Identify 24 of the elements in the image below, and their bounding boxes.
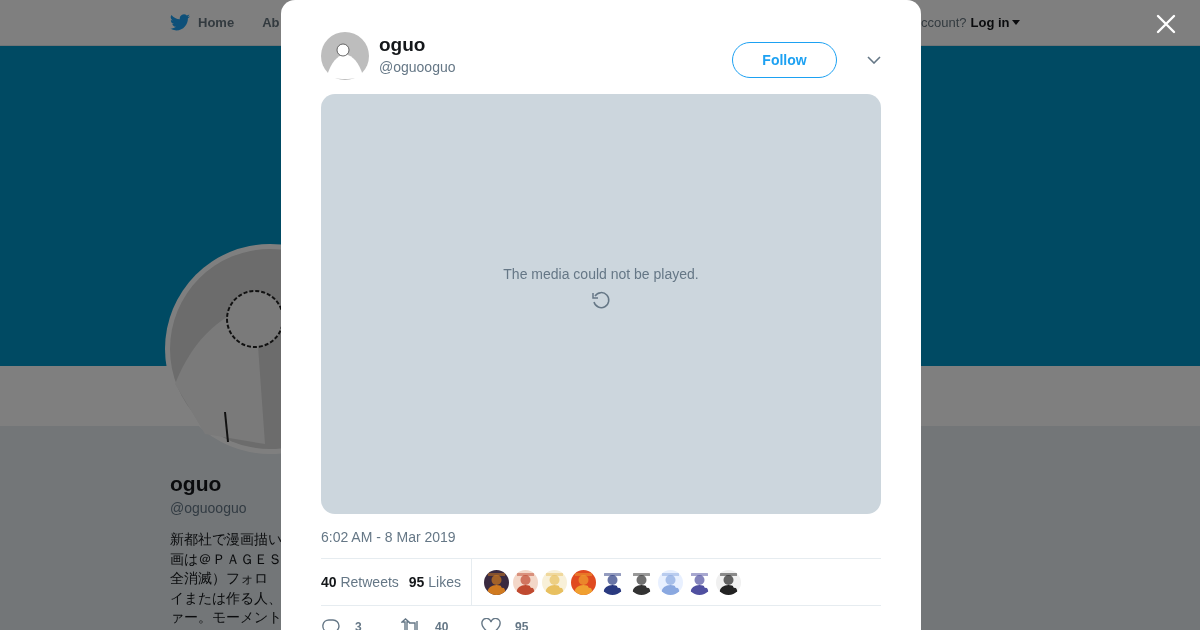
stat-count[interactable]: 40 Retweets — [321, 574, 399, 590]
profile-name: oguo — [170, 472, 223, 496]
avatar-drawing[interactable] — [321, 32, 369, 80]
tweet-timestamp: 6:02 AM - 8 Mar 2019 — [321, 529, 457, 545]
bio-line: 画は＠ＰＡＧＥＳ — [170, 549, 282, 569]
stat-count[interactable]: 95 Likes — [408, 574, 461, 590]
nav-link[interactable]: Ab — [262, 15, 280, 30]
close-icon[interactable] — [1154, 12, 1178, 36]
reload-icon[interactable] — [591, 290, 611, 310]
nav-link[interactable]: Home — [170, 14, 235, 31]
bio-line: 新都社で漫画描い — [170, 530, 282, 549]
bird-icon — [170, 14, 190, 31]
login-link[interactable]: Log in — [970, 15, 1020, 30]
profile-handle: @oguooguo — [170, 500, 248, 516]
author-name[interactable]: oguo — [379, 33, 722, 56]
caret-icon — [1011, 20, 1020, 25]
bio-line: ァー。モーメント — [170, 608, 282, 627]
login-prompt: ccount? — [921, 15, 967, 30]
author-handle[interactable]: @oguooguo — [379, 58, 722, 75]
chevron-down-icon[interactable] — [867, 56, 881, 64]
media-error-message: The media could not be played. — [503, 266, 699, 282]
bio-line: イまたは作る人、 — [170, 588, 282, 608]
follow-button[interactable]: Follow — [732, 42, 837, 78]
bio-line: 全消滅）フォロ — [170, 569, 268, 588]
